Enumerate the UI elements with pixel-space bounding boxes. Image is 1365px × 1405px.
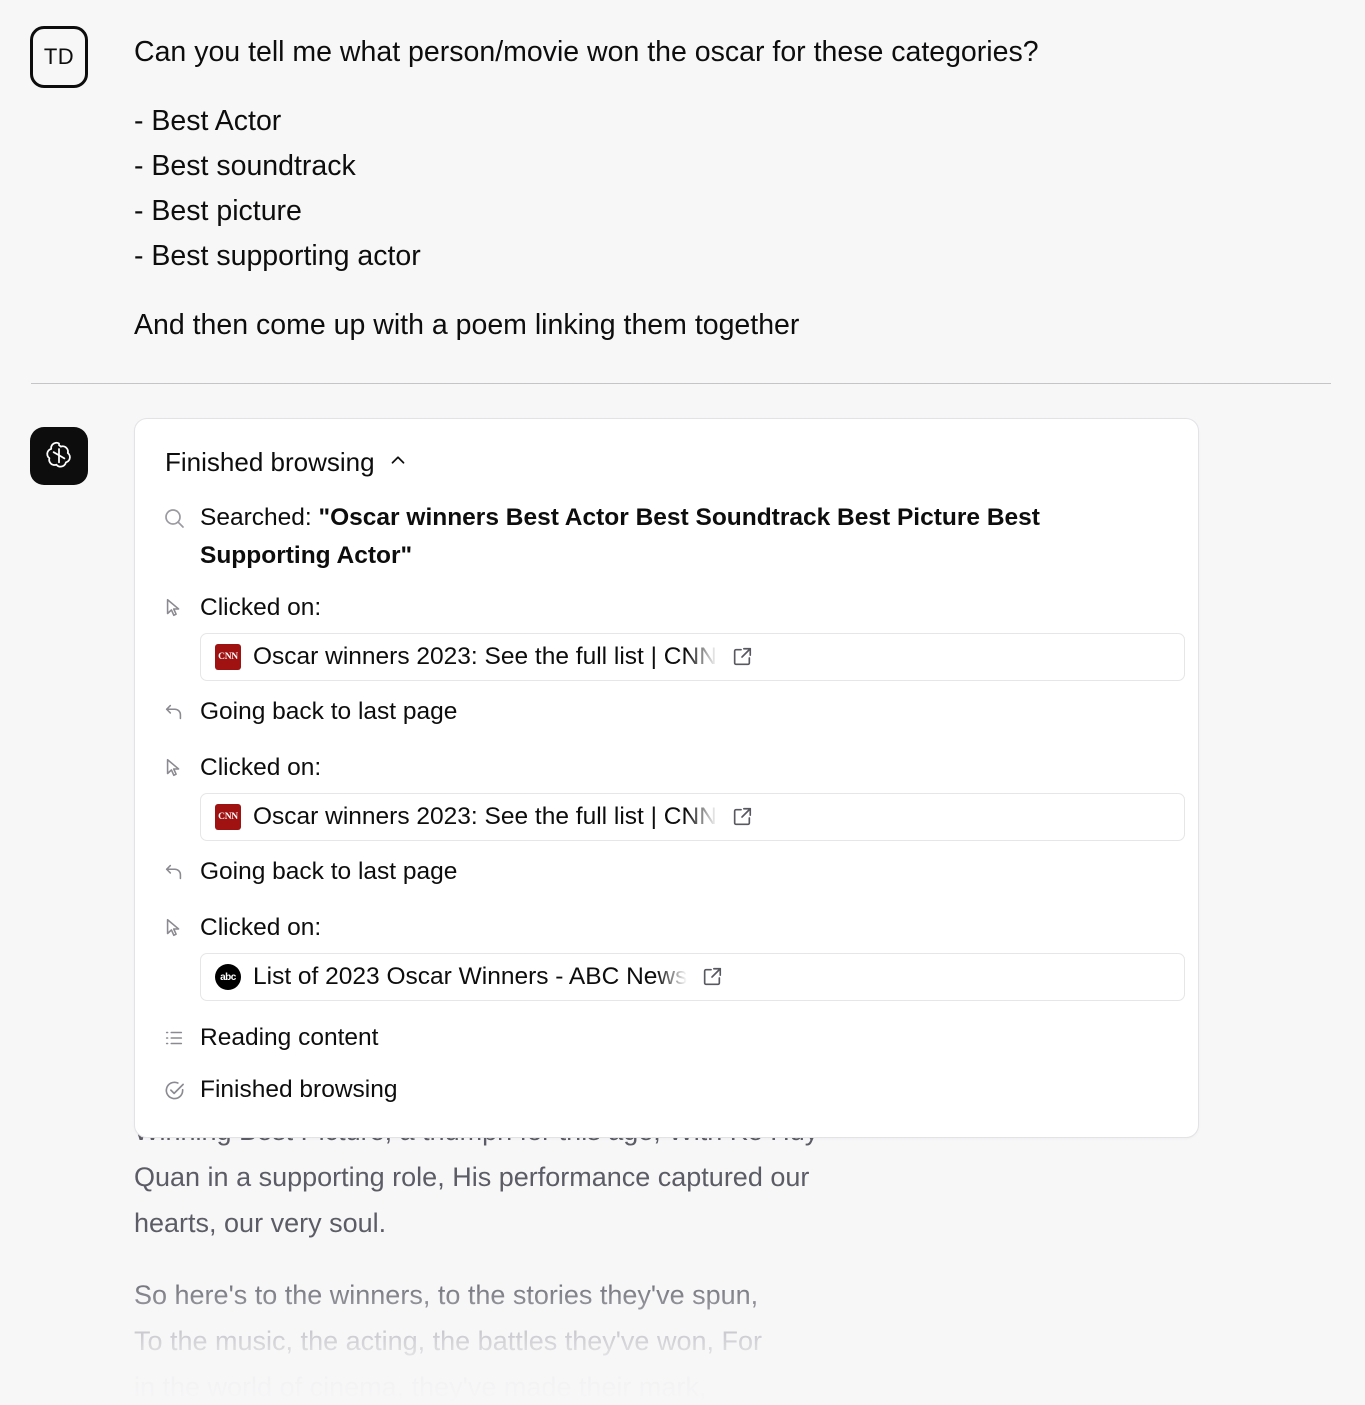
- back-arrow-icon: [161, 695, 187, 729]
- clicked-on-label: Clicked on:: [200, 754, 322, 781]
- cursor-icon: [161, 751, 187, 785]
- back-arrow-icon: [161, 855, 187, 889]
- cursor-icon: [161, 911, 187, 945]
- poem-stanza-2: So here's to the winners, to the stories…: [134, 1272, 1034, 1405]
- list-item: - Best Actor: [134, 105, 282, 137]
- cnn-favicon: CNN: [215, 804, 241, 830]
- searched-text: Searched: "Oscar winners Best Actor Best…: [200, 499, 1172, 575]
- browsing-card-toggle[interactable]: Finished browsing: [165, 447, 409, 477]
- openai-logo-icon: [30, 427, 88, 485]
- assistant-message: Winning Best Picture, a triumph for this…: [0, 418, 1365, 1402]
- user-category-list: - Best Actor - Best soundtrack - Best pi…: [134, 99, 1335, 279]
- browse-step-clicked: Clicked on:: [161, 749, 1172, 787]
- poem-line: To the music, the acting, the battles th…: [134, 1326, 762, 1356]
- external-link-icon[interactable]: [731, 646, 753, 668]
- searched-prefix: Searched:: [200, 504, 319, 531]
- poem-line: in the world of cinema, they've made the…: [134, 1372, 707, 1402]
- browse-link-item[interactable]: CNN Oscar winners 2023: See the full lis…: [200, 793, 1185, 841]
- user-followup: And then come up with a poem linking the…: [134, 309, 800, 341]
- assistant-body: Winning Best Picture, a triumph for this…: [134, 418, 1335, 1402]
- list-item: - Best supporting actor: [134, 240, 421, 272]
- searched-query: "Oscar winners Best Actor Best Soundtrac…: [200, 504, 1040, 569]
- search-icon: [161, 501, 187, 535]
- browse-step-clicked: Clicked on:: [161, 589, 1172, 627]
- clicked-on-label: Clicked on:: [200, 594, 322, 621]
- list-icon: [161, 1021, 187, 1055]
- poem-line: So here's to the winners, to the stories…: [134, 1280, 759, 1310]
- abc-favicon: abc: [215, 964, 241, 990]
- browse-step-clicked: Clicked on:: [161, 909, 1172, 947]
- cnn-favicon-label: CNN: [215, 804, 241, 830]
- chat-page: TD Can you tell me what person/movie won…: [0, 0, 1365, 1405]
- abc-favicon-label: abc: [215, 964, 241, 990]
- avatar: TD: [30, 26, 88, 88]
- going-back-label: Going back to last page: [200, 858, 458, 885]
- cursor-icon: [161, 591, 187, 625]
- user-message: TD Can you tell me what person/movie won…: [0, 0, 1365, 348]
- browse-step-reading: Reading content: [161, 1019, 1172, 1057]
- browse-step-finished: Finished browsing: [161, 1071, 1172, 1109]
- poem-line: Quan in a supporting role, His performan…: [134, 1162, 810, 1192]
- cnn-favicon: CNN: [215, 644, 241, 670]
- list-item: - Best soundtrack: [134, 150, 356, 182]
- browse-link-item[interactable]: CNN Oscar winners 2023: See the full lis…: [200, 633, 1185, 681]
- browse-link-title: Oscar winners 2023: See the full list | …: [253, 803, 717, 830]
- browsing-card-title: Finished browsing: [165, 447, 375, 477]
- browse-step-back: Going back to last page: [161, 693, 1172, 731]
- finished-browsing-label: Finished browsing: [200, 1076, 398, 1103]
- browse-link-title: Oscar winners 2023: See the full list | …: [253, 643, 717, 670]
- assistant-poem: Winning Best Picture, a triumph for this…: [134, 1108, 1034, 1405]
- browse-step-back: Going back to last page: [161, 853, 1172, 891]
- external-link-icon[interactable]: [701, 966, 723, 988]
- user-message-body: Can you tell me what person/movie won th…: [134, 26, 1335, 348]
- poem-line: hearts, our very soul.: [134, 1208, 387, 1238]
- browse-link-item[interactable]: abc List of 2023 Oscar Winners - ABC New…: [200, 953, 1185, 1001]
- external-link-icon[interactable]: [731, 806, 753, 828]
- reading-content-label: Reading content: [200, 1024, 379, 1051]
- list-item: - Best picture: [134, 195, 302, 227]
- check-circle-icon: [161, 1073, 187, 1107]
- cnn-favicon-label: CNN: [215, 644, 241, 670]
- message-divider: [31, 383, 1331, 384]
- avatar-initials: TD: [43, 44, 75, 69]
- going-back-label: Going back to last page: [200, 698, 458, 725]
- chevron-up-icon[interactable]: [387, 449, 409, 476]
- browse-link-title: List of 2023 Oscar Winners - ABC News: [253, 963, 688, 990]
- browsing-card: Finished browsing Searched: "Oscar winne…: [134, 418, 1199, 1138]
- user-question: Can you tell me what person/movie won th…: [134, 36, 1039, 68]
- clicked-on-label: Clicked on:: [200, 914, 322, 941]
- browse-step-searched: Searched: "Oscar winners Best Actor Best…: [161, 499, 1172, 575]
